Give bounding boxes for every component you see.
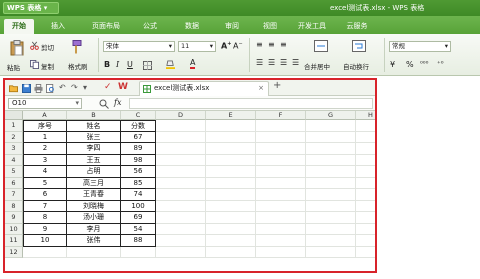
decrease-font-icon[interactable]: A− — [233, 41, 243, 51]
tab-formulas[interactable]: 公式 — [136, 19, 164, 34]
brush-icon — [72, 40, 82, 54]
font-size-select[interactable]: 11 ▾ — [178, 41, 216, 52]
currency-icon[interactable]: ¥ — [390, 60, 395, 69]
paste-button[interactable]: 粘贴 — [7, 62, 20, 72]
chevron-down-icon: ▾ — [168, 42, 172, 50]
tab-page-layout[interactable]: 页面布局 — [84, 19, 128, 34]
scissors-icon — [30, 41, 39, 50]
merge-center-button[interactable]: 合并居中 — [304, 61, 330, 71]
tab-developer[interactable]: 开发工具 — [292, 19, 332, 34]
merge-icon — [314, 40, 328, 52]
increase-font-icon[interactable]: A+ — [221, 41, 231, 51]
tab-view[interactable]: 视图 — [256, 19, 284, 34]
chevron-down-icon: ▾ — [444, 42, 448, 50]
align-right-icon[interactable]: ☰ — [280, 58, 287, 67]
align-top-icon[interactable]: ≡ — [256, 40, 263, 49]
align-left-icon[interactable]: ☰ — [256, 58, 263, 67]
ribbon-toolbar: 粘贴 剪切 复制 格式刷 宋体 ▾ 11 ▾ A+ A− B I U A ≡ ≡… — [0, 34, 480, 76]
copy-icon — [30, 60, 39, 69]
chevron-down-icon: ▾ — [209, 42, 213, 50]
distributed-icon[interactable]: ☰ — [292, 58, 299, 67]
bold-icon[interactable]: B — [104, 60, 110, 69]
align-center-icon[interactable]: ☰ — [268, 58, 275, 67]
cut-button[interactable]: 剪切 — [41, 42, 54, 52]
tab-review[interactable]: 审阅 — [218, 19, 246, 34]
copy-button[interactable]: 复制 — [41, 61, 54, 71]
title-bar: WPS 表格 ▾ excel测试表.xlsx - WPS 表格 — [0, 0, 480, 16]
tab-insert[interactable]: 插入 — [44, 19, 72, 34]
format-painter-button[interactable]: 格式刷 — [68, 61, 88, 71]
italic-icon[interactable]: I — [116, 60, 119, 69]
font-size-value: 11 — [181, 42, 190, 50]
align-middle-icon[interactable]: ≡ — [268, 40, 275, 49]
number-format-select[interactable]: 常规 ▾ — [389, 41, 451, 52]
border-icon[interactable] — [143, 61, 152, 70]
fill-color-icon[interactable] — [166, 60, 175, 69]
font-name-value: 宋体 — [106, 42, 119, 50]
align-bottom-icon[interactable]: ≡ — [280, 40, 287, 49]
tab-data[interactable]: 数据 — [178, 19, 206, 34]
decimal-icon[interactable]: ⁺⁰ — [437, 60, 444, 68]
ribbon-tab-bar: 开始 插入 页面布局 公式 数据 审阅 视图 开发工具 云服务 — [0, 16, 480, 34]
paste-icon[interactable] — [10, 40, 24, 56]
wrap-icon — [352, 40, 366, 52]
highlight-frame — [3, 78, 377, 273]
tab-home[interactable]: 开始 — [4, 19, 34, 34]
font-color-icon[interactable]: A — [190, 59, 196, 69]
window-title: excel测试表.xlsx - WPS 表格 — [330, 4, 425, 12]
tab-cloud-service[interactable]: 云服务 — [340, 19, 374, 34]
underline-icon[interactable]: U — [127, 60, 133, 69]
number-format-value: 常规 — [392, 42, 405, 50]
app-name: WPS 表格 — [7, 4, 42, 12]
app-menu-button[interactable]: WPS 表格 ▾ — [3, 2, 59, 14]
font-name-select[interactable]: 宋体 ▾ — [103, 41, 175, 52]
percent-button[interactable]: % — [406, 60, 414, 69]
thousands-icon[interactable]: ⁰⁰⁰ — [420, 60, 428, 68]
wrap-text-button[interactable]: 自动换行 — [343, 61, 369, 71]
